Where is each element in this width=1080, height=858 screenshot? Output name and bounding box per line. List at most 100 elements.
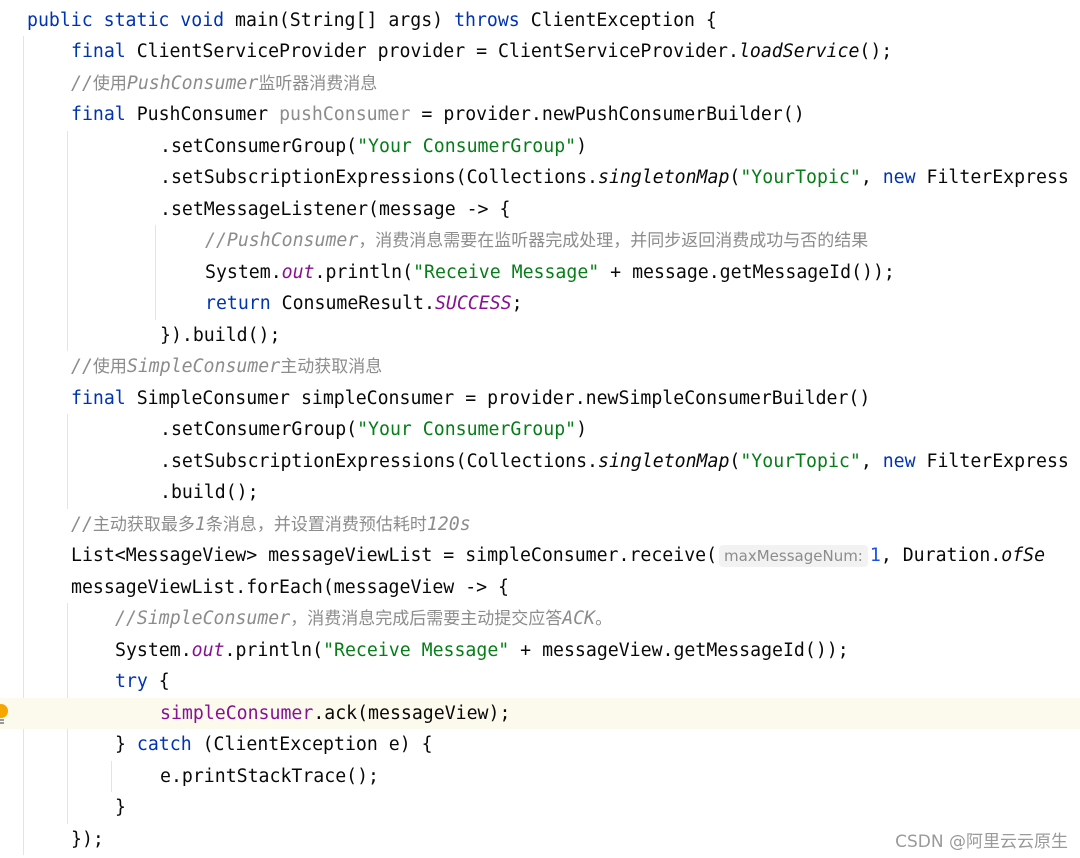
code-line-text: .setSubscriptionExpressions(Collections.… (160, 162, 1069, 194)
code-token: ，消费消息完成后需要主动提交应答 (290, 609, 563, 629)
code-token: List<MessageView> messageViewList = simp… (71, 545, 718, 566)
code-line-text: } catch (ClientException e) { (115, 729, 433, 761)
code-token: + message.getMessageId()); (599, 261, 895, 283)
code-token: throws (454, 9, 520, 31)
code-line[interactable]: .setConsumerGroup("Your ConsumerGroup") (0, 414, 1080, 446)
code-token: System. (115, 639, 192, 661)
code-line[interactable]: System.out.println("Receive Message" + m… (0, 635, 1080, 667)
code-line[interactable]: simpleConsumer.ack(messageView); (0, 697, 1080, 729)
code-token: out (281, 261, 315, 283)
code-token: ClientServiceProvider provider = ClientS… (125, 41, 739, 62)
code-token: singletonMap (598, 167, 730, 188)
code-line[interactable]: //使用SimpleConsumer主动获取消息 (0, 351, 1080, 383)
code-token: .ack(messageView); (313, 702, 511, 724)
code-line-text: }); (71, 824, 104, 856)
code-line-text: messageViewList.forEach(messageView -> { (71, 572, 509, 604)
code-line[interactable]: .setMessageListener(message -> { (0, 194, 1080, 226)
code-line-text: List<MessageView> messageViewList = simp… (71, 540, 1045, 572)
code-token: "Receive Message" (413, 261, 600, 283)
code-token: .setMessageListener(message -> { (160, 198, 511, 220)
code-token: // (71, 356, 93, 377)
code-editor[interactable]: public static void main(String[] args) t… (0, 0, 1080, 858)
code-line[interactable]: final ClientServiceProvider provider = C… (0, 36, 1080, 68)
code-token: SUCCESS (434, 293, 512, 314)
code-line[interactable]: }).build(); (0, 320, 1080, 352)
code-line[interactable]: final PushConsumer pushConsumer = provid… (0, 99, 1080, 131)
code-line[interactable]: } catch (ClientException e) { (0, 729, 1080, 761)
lightbulb-icon[interactable] (0, 703, 8, 721)
code-token: "YourTopic" (740, 167, 861, 188)
code-line-text: try { (115, 666, 170, 698)
code-line[interactable]: //PushConsumer，消费消息需要在监听器完成处理，并同步返回消费成功与… (0, 225, 1080, 257)
code-token: .setSubscriptionExpressions(Collections. (160, 450, 598, 472)
code-line-text: .setMessageListener(message -> { (160, 194, 510, 226)
code-token: SimpleConsumer simpleConsumer = provider… (125, 387, 871, 409)
watermark: CSDN @阿里云云原生 (895, 832, 1068, 852)
code-line[interactable]: e.printStackTrace(); (0, 761, 1080, 793)
code-token: 监听器消费消息 (258, 73, 378, 94)
code-line-text: .build(); (160, 477, 259, 509)
code-token: "YourTopic" (740, 450, 861, 472)
code-line[interactable]: .setSubscriptionExpressions(Collections.… (0, 446, 1080, 478)
code-line[interactable]: public static void main(String[] args) t… (0, 5, 1080, 37)
code-token: return (205, 293, 271, 314)
code-token: SimpleConsumer (126, 356, 281, 377)
code-token: "Receive Message" (323, 639, 510, 661)
code-token: }); (71, 828, 104, 850)
code-line-text: .setConsumerGroup("Your ConsumerGroup") (160, 131, 587, 163)
code-line-text: //PushConsumer，消费消息需要在监听器完成处理，并同步返回消费成功与… (205, 225, 868, 258)
code-token: new (882, 450, 916, 472)
code-token: public static void (27, 9, 236, 31)
code-token: 主动获取消息 (280, 357, 383, 377)
code-token: catch (136, 734, 192, 755)
code-line-text: System.out.println("Receive Message" + m… (115, 635, 849, 667)
code-line[interactable]: List<MessageView> messageViewList = simp… (0, 540, 1080, 572)
code-line-text: final SimpleConsumer simpleConsumer = pr… (71, 383, 870, 415)
code-token: ) (576, 135, 588, 157)
code-line[interactable]: .setConsumerGroup("Your ConsumerGroup") (0, 131, 1080, 163)
code-token: .println( (224, 639, 324, 661)
code-token: //PushConsumer (205, 230, 359, 251)
code-token: // (71, 513, 93, 535)
code-line[interactable]: //使用PushConsumer监听器消费消息 (0, 68, 1080, 100)
code-token: System. (205, 261, 282, 283)
code-line-text: return ConsumeResult.SUCCESS; (205, 288, 523, 320)
code-line[interactable]: messageViewList.forEach(messageView -> { (0, 572, 1080, 604)
code-token: FilterExpress (915, 167, 1069, 188)
code-token: } (115, 797, 126, 818)
parameter-hint: maxMessageNum: (719, 545, 868, 567)
code-token: final (71, 387, 126, 409)
code-line[interactable]: try { (0, 666, 1080, 698)
code-token: main (235, 9, 279, 31)
code-token: { (147, 671, 170, 692)
code-token: 主动获取最多 (92, 514, 195, 535)
code-line-text: public static void main(String[] args) t… (27, 5, 717, 37)
code-token: .setConsumerGroup( (160, 419, 358, 440)
code-line[interactable]: } (0, 792, 1080, 824)
code-line[interactable]: .setSubscriptionExpressions(Collections.… (0, 162, 1080, 194)
code-token: 120s (426, 513, 471, 535)
code-token: ( (729, 167, 741, 188)
code-token: 。 (595, 609, 613, 629)
code-token: 使用 (92, 357, 127, 377)
code-line[interactable]: System.out.println("Receive Message" + m… (0, 257, 1080, 289)
code-line[interactable]: //SimpleConsumer，消费消息完成后需要主动提交应答ACK。 (0, 603, 1080, 635)
code-token: 1 (194, 513, 206, 535)
code-line[interactable]: //主动获取最多1条消息，并设置消费预估耗时120s (0, 509, 1080, 541)
code-token: = provider.newPushConsumerBuilder() (410, 104, 805, 125)
code-token: final (71, 41, 126, 62)
code-token: simpleConsumer (160, 702, 314, 724)
code-line[interactable]: .build(); (0, 477, 1080, 509)
code-token: + messageView.getMessageId()); (509, 639, 849, 661)
code-token: .println( (314, 261, 414, 283)
code-token: "Your ConsumerGroup" (357, 135, 577, 157)
code-token: (); (859, 41, 893, 62)
code-token: 条消息，并设置消费预估耗时 (205, 514, 427, 535)
code-token: messageViewList.forEach(messageView -> { (71, 576, 509, 598)
code-line[interactable]: final SimpleConsumer simpleConsumer = pr… (0, 383, 1080, 415)
code-token: (ClientException e) { (191, 734, 433, 755)
code-token: final (71, 104, 126, 125)
code-line[interactable]: return ConsumeResult.SUCCESS; (0, 288, 1080, 320)
code-line-text: e.printStackTrace(); (160, 761, 379, 793)
code-token: ClientException { (519, 9, 717, 31)
